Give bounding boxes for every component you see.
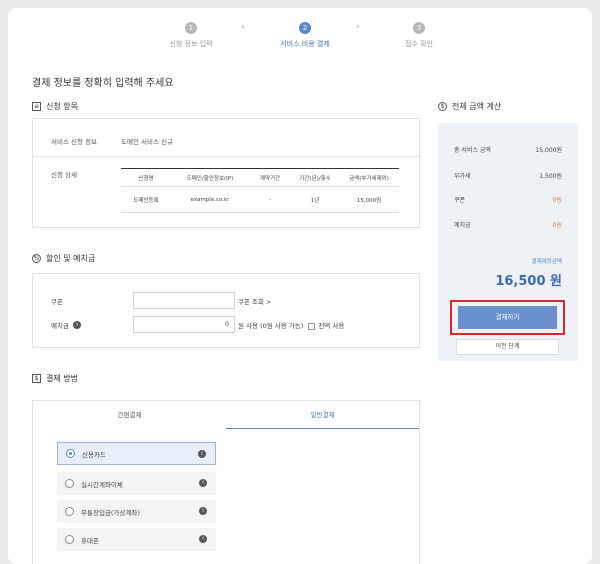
summary-panel: 총 서비스 금액 15,000원 부가세 1,500원 쿠폰 0원 예치금 0원… bbox=[438, 123, 578, 361]
payment-heading: $ 결제 방법 bbox=[32, 373, 78, 384]
coupon-label: 쿠폰 bbox=[51, 296, 63, 306]
application-box: 서비스 신청 정보 도메인 서비스 신규 신청 상세 신청명 도메인/할인정보(… bbox=[32, 118, 420, 228]
summary-row: 쿠폰 0원 bbox=[454, 195, 562, 204]
summary-row-value: 0원 bbox=[552, 197, 562, 204]
dollar-icon: $ bbox=[32, 374, 41, 383]
table-cell: 1년 bbox=[310, 197, 320, 204]
divider bbox=[33, 156, 419, 157]
discount-heading: % 할인 및 예치금 bbox=[32, 253, 95, 264]
total-label: 결제예정금액 bbox=[531, 259, 562, 265]
summary-heading: $ 전체 금액 계산 bbox=[438, 101, 501, 112]
table-cell: - bbox=[269, 196, 271, 203]
tab-general-pay[interactable]: 일반결제 bbox=[226, 401, 419, 430]
dollar-circle-icon: $ bbox=[438, 102, 447, 111]
step-2-label: 서비스 비용 결제 bbox=[280, 40, 330, 48]
table-cell: 도메인등록 bbox=[133, 197, 159, 204]
total-amount: 16,500 원 bbox=[495, 274, 562, 289]
discount-box: 쿠폰 쿠폰 조회 > 예치금 i 0 원 사용 (0원 사용 가능) 전액 사용 bbox=[32, 273, 420, 348]
summary-row-value: 15,000원 bbox=[535, 147, 562, 154]
info-icon[interactable]: i bbox=[198, 450, 206, 458]
info-icon[interactable]: i bbox=[199, 479, 207, 487]
payment-method-label: 실시간계좌이체 bbox=[81, 480, 123, 489]
payment-method-phone[interactable]: 휴대폰 i bbox=[57, 528, 216, 551]
detail-label: 신청 상세 bbox=[51, 171, 77, 179]
chevron-right-icon: › bbox=[241, 22, 245, 32]
radio-button[interactable] bbox=[65, 479, 74, 488]
radio-button[interactable] bbox=[65, 535, 74, 544]
prev-step-button[interactable]: 이전 단계 bbox=[456, 339, 559, 355]
deposit-note: 원 사용 (0원 사용 가능) bbox=[238, 322, 304, 330]
column-header: 계약기간 bbox=[259, 175, 281, 182]
payment-method-card[interactable]: 신용카드 i bbox=[57, 442, 216, 465]
deposit-label-text: 예치금 bbox=[51, 322, 69, 330]
column-header: 신청명 bbox=[138, 175, 154, 182]
radio-button[interactable] bbox=[66, 449, 75, 458]
summary-row-value: 1,500원 bbox=[539, 173, 562, 180]
summary-row: 총 서비스 금액 15,000원 bbox=[454, 145, 562, 154]
step-1: 1 신청 정보 입력 bbox=[136, 22, 246, 49]
application-heading: ≡ 신청 항목 bbox=[32, 101, 78, 112]
coupon-lookup-link[interactable]: 쿠폰 조회 > bbox=[238, 296, 272, 306]
discount-heading-label: 할인 및 예치금 bbox=[46, 254, 96, 263]
summary-row-label: 쿠폰 bbox=[454, 197, 466, 204]
service-info-label: 서비스 신청 정보 bbox=[51, 138, 97, 146]
step-1-label: 신청 정보 입력 bbox=[169, 40, 213, 48]
summary-heading-label: 전체 금액 계산 bbox=[452, 102, 502, 111]
summary-row: 예치금 0원 bbox=[454, 220, 562, 229]
payment-method-label: 신용카드 bbox=[82, 450, 106, 459]
summary-row-label: 총 서비스 금액 bbox=[454, 147, 491, 154]
payment-method-virtual-account[interactable]: 무통장입금(가상계좌) i bbox=[57, 500, 216, 523]
step-3-number: 3 bbox=[413, 22, 425, 34]
column-header: 도메인/할인정보(IP) bbox=[186, 175, 234, 182]
chevron-right-icon: › bbox=[356, 22, 360, 32]
pay-button[interactable]: 결제하기 bbox=[458, 306, 557, 329]
payment-method-label: 무통장입금(가상계좌) bbox=[81, 508, 140, 517]
pay-button-highlight: 결제하기 bbox=[450, 300, 565, 335]
step-3-label: 접수 확인 bbox=[405, 40, 433, 48]
column-header: 기간(년)/횟수 bbox=[299, 175, 331, 182]
tab-simple-pay[interactable]: 간편결제 bbox=[33, 401, 226, 430]
detail-table: 신청명 도메인/할인정보(IP) 계약기간 기간(년)/횟수 금액(부가세제외)… bbox=[121, 168, 399, 213]
summary-row-label: 부가세 bbox=[454, 173, 471, 180]
summary-row-label: 예치금 bbox=[454, 222, 471, 229]
payment-method-label: 휴대폰 bbox=[81, 536, 99, 545]
coupon-label-text: 쿠폰 bbox=[51, 298, 63, 306]
summary-row-value: 0원 bbox=[552, 222, 562, 229]
column-header: 금액(부가세제외) bbox=[349, 175, 389, 182]
radio-button[interactable] bbox=[65, 507, 74, 516]
table-header: 신청명 도메인/할인정보(IP) 계약기간 기간(년)/횟수 금액(부가세제외) bbox=[121, 169, 399, 187]
page-frame: 1 신청 정보 입력 › 2 서비스 비용 결제 › 3 접수 확인 결제 정보… bbox=[8, 8, 592, 564]
table-cell: 15,000원 bbox=[356, 197, 382, 204]
table-row: 도메인등록 example.co.kr - 1년 15,000원 bbox=[121, 187, 399, 213]
application-heading-label: 신청 항목 bbox=[46, 102, 78, 111]
summary-row: 부가세 1,500원 bbox=[454, 171, 562, 180]
deposit-use-note: 원 사용 (0원 사용 가능) 전액 사용 bbox=[238, 320, 344, 330]
document-icon: ≡ bbox=[32, 102, 41, 111]
step-2-number: 2 bbox=[299, 22, 311, 34]
deposit-input[interactable]: 0 bbox=[133, 316, 235, 333]
step-2: 2 서비스 비용 결제 bbox=[250, 22, 360, 49]
info-icon[interactable]: i bbox=[72, 321, 81, 329]
info-icon[interactable]: i bbox=[199, 507, 207, 515]
payment-method-transfer[interactable]: 실시간계좌이체 i bbox=[57, 472, 216, 495]
step-1-number: 1 bbox=[185, 22, 197, 34]
info-icon[interactable]: i bbox=[199, 535, 207, 543]
use-all-label[interactable]: 전액 사용 bbox=[318, 322, 344, 330]
payment-heading-label: 결제 방법 bbox=[46, 374, 78, 383]
service-info-value: 도메인 서비스 신규 bbox=[121, 138, 173, 146]
step-3: 3 접수 확인 bbox=[364, 22, 474, 49]
coupon-input[interactable] bbox=[133, 292, 235, 309]
use-all-checkbox[interactable] bbox=[308, 322, 316, 330]
deposit-label: 예치금 i bbox=[51, 320, 81, 330]
table-cell: example.co.kr bbox=[190, 196, 230, 203]
payment-tabs: 간편결제 일반결제 bbox=[32, 400, 420, 430]
progress-steps: 1 신청 정보 입력 › 2 서비스 비용 결제 › 3 접수 확인 bbox=[8, 22, 592, 62]
percent-icon: % bbox=[32, 254, 41, 263]
page-title: 결제 정보를 정확히 입력해 주세요 bbox=[32, 78, 174, 89]
